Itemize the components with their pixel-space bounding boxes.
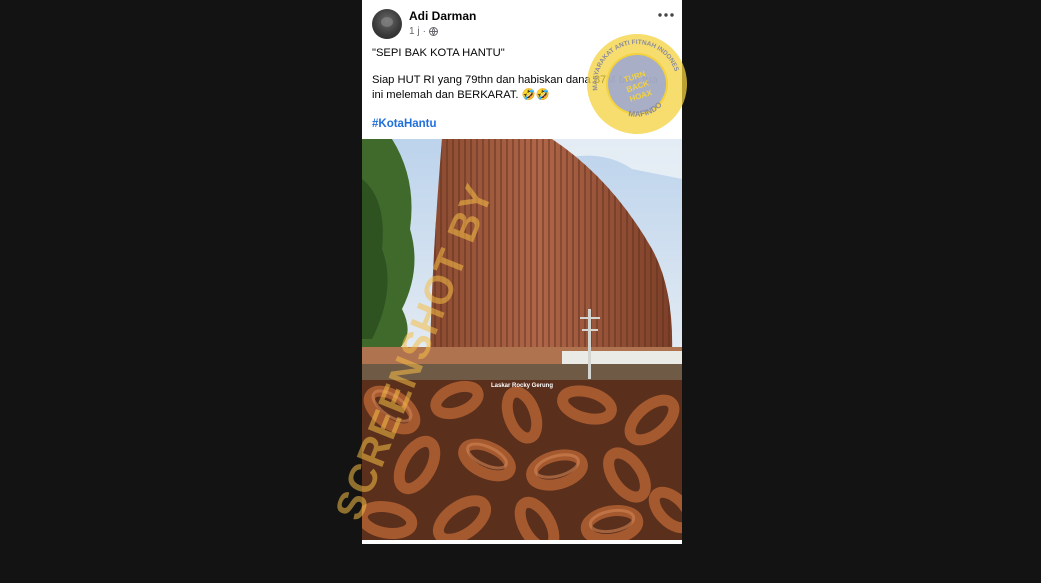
post-time[interactable]: 1 j bbox=[409, 26, 420, 37]
avatar[interactable] bbox=[372, 9, 402, 39]
post-meta: 1 j · bbox=[409, 26, 438, 37]
hashtag-link[interactable]: #KotaHantu bbox=[372, 118, 437, 130]
author-name[interactable]: Adi Darman bbox=[409, 9, 476, 23]
more-options-icon[interactable] bbox=[656, 9, 676, 21]
mafindo-stamp: TURN BACK HOAX MASYARAKAT ANTI FITNAH IN… bbox=[582, 27, 687, 134]
globe-icon[interactable] bbox=[428, 27, 438, 36]
